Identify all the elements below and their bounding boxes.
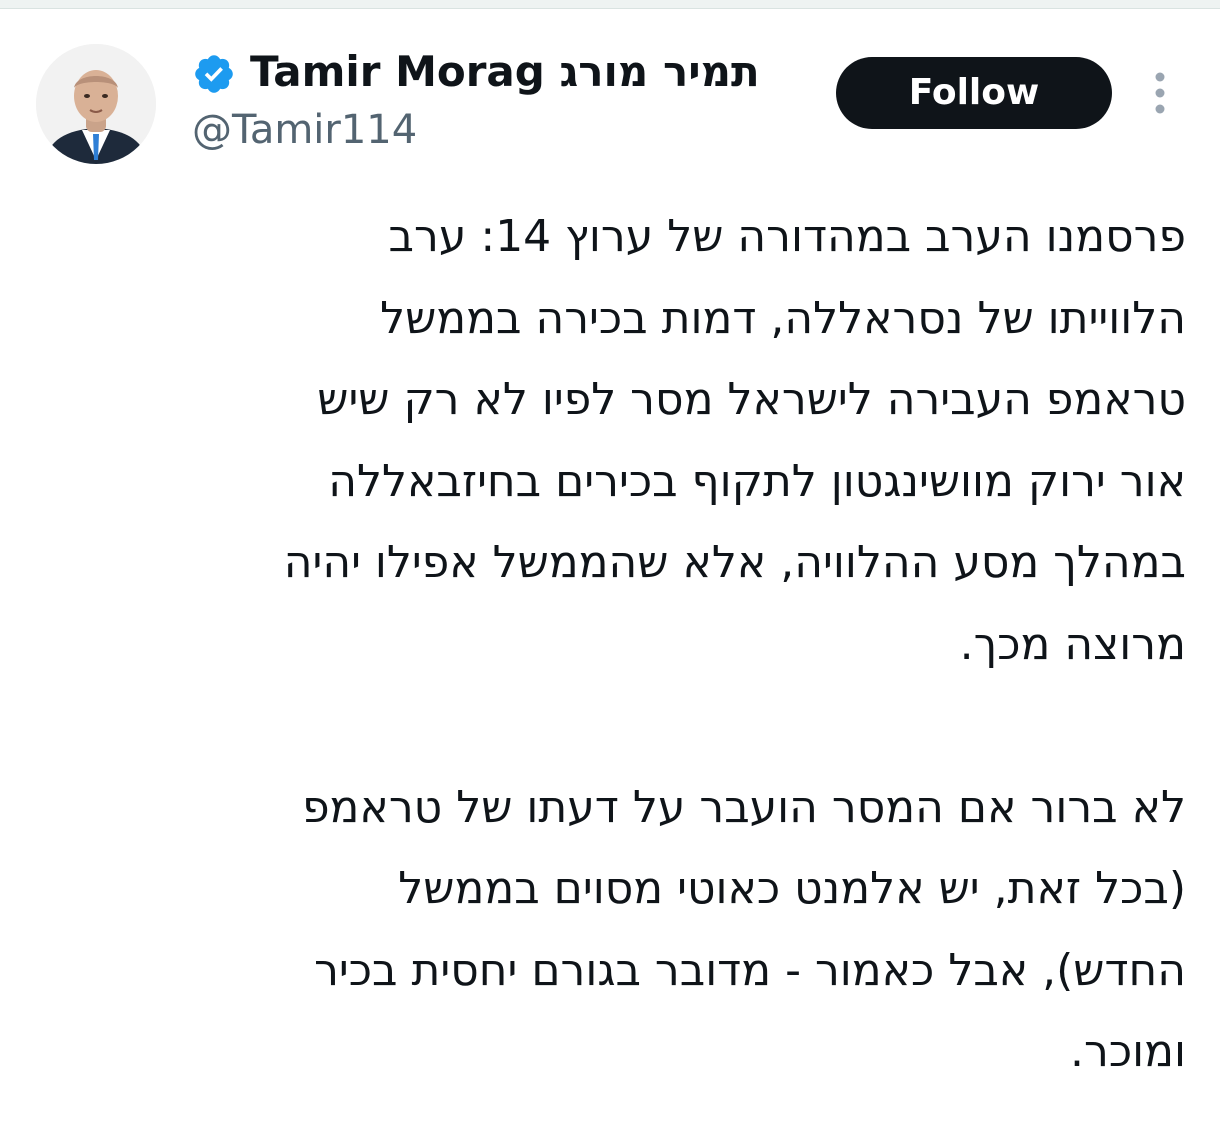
tweet-line: במהלך מסע ההלוויה, אלא שהממשל אפילו יהיה [283,537,1186,588]
verified-badge-icon [195,55,233,93]
follow-button[interactable]: Follow [836,57,1112,129]
avatar[interactable] [36,44,156,164]
tweet-line: אור ירוק מוושינגטון לתקוף בכירים בחיזבאל… [328,455,1186,507]
tweet-line: ומוכר. [1070,1026,1186,1077]
tweet-line: מרוצה מכך. [959,618,1186,670]
tweet-text: פרסמנו הערב במהדורה של ערוץ 14: ערב הלוו… [60,196,1186,1093]
tweet-header: Tamir Morag תמיר מורג @Tamir114 Follow [0,0,1220,180]
tweet-line: טראמפ העבירה לישראל מסר לפיו לא רק שיש [317,374,1186,425]
user-handle[interactable]: @Tamir114 [192,104,417,156]
tweet-line: (בכל זאת, יש אלמנט כאוטי מסוים בממשל [398,863,1186,914]
tweet-line: הלווייתו של נסראללה, דמות בכירה בממשל [380,292,1186,344]
more-vertical-icon[interactable] [1146,70,1174,116]
tweet-line: החדש), אבל כאמור - מדובר בגורם יחסית בכי… [314,944,1186,996]
tweet-line: פרסמנו הערב במהדורה של ערוץ 14: ערב [388,211,1186,262]
display-name[interactable]: Tamir Morag תמיר מורג [250,44,760,100]
tweet-line: לא ברור אם המסר הועבר על דעתו של טראמפ [302,781,1186,833]
profile-photo [36,44,156,164]
